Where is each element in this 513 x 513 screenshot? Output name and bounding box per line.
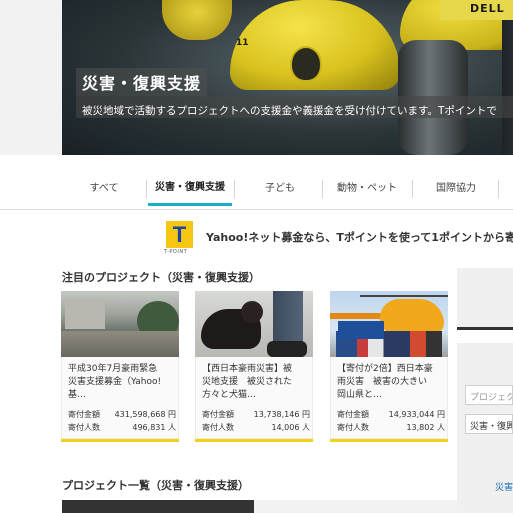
page-title: 災害・復興支援 [82,74,202,93]
tab-divider [498,180,499,198]
donation-amount-label: 寄付金額 [337,410,369,419]
helicopter-image [380,299,444,333]
donor-count-value: 13,802 人 [406,423,445,432]
donor-count-row: 寄付人数 496,831 人 [68,422,176,434]
tab-animals-pets[interactable]: 動物・ペット [330,172,404,206]
tab-divider [234,180,235,198]
helicopter-tail-image [330,313,386,319]
donor-count-row: 寄付人数 14,006 人 [202,422,310,434]
project-card-title[interactable]: 【寄付が2倍】西日本豪 雨災害 被害の大きい 岡山県と… [337,363,445,402]
flood-water-image [61,331,179,357]
donation-amount-row: 寄付金額 13,738,146 円 [202,409,310,421]
project-card-title-line: 【西日本豪雨災害】被 [202,364,293,374]
category-select[interactable]: 災害・復興 [465,414,513,434]
tab-divider [146,180,147,198]
tpoint-logo-letter: T [172,222,187,247]
project-card-body: 平成30年7月豪雨緊急 災害支援募金（Yahoo! 基… 寄付金額 431,59… [61,357,179,439]
donation-amount-label: 寄付金額 [202,410,234,419]
donation-amount-label: 寄付金額 [68,410,100,419]
donor-count-label: 寄付人数 [337,423,369,432]
helmet-badge [290,46,322,82]
helmet-plate-text: DELL [470,2,505,15]
tab-disaster-recovery[interactable]: 災害・復興支援 [148,172,232,206]
tab-international[interactable]: 国際協力 [426,172,486,206]
project-list-title: プロジェクト一覧（災害・復興支援） [62,479,249,492]
project-card-title-line: 災害支援募金（Yahoo! [68,377,162,387]
donation-amount-value: 13,738,146 円 [253,410,310,419]
project-card-image[interactable] [195,291,313,357]
project-card-image[interactable] [330,291,448,357]
tab-all[interactable]: すべて [76,172,132,206]
donation-amount-row: 寄付金額 431,598,668 円 [68,409,176,421]
dog-head-image [241,301,263,323]
donor-count-value: 14,006 人 [271,423,310,432]
helmet-number: 11 [236,38,249,48]
rotor-image [360,295,448,297]
project-card-body: 【西日本豪雨災害】被 災地支援 被災された 方々と犬猫… 寄付金額 13,738… [195,357,313,439]
sign-image [338,321,384,339]
hero-description: 被災地域で活動するプロジェクトへの支援金や義援金を受け付けています。Tポイントで [82,105,497,117]
building-image [65,299,105,329]
donor-count-value: 496,831 人 [132,423,176,432]
project-card-title-line: 基… [68,390,87,400]
project-card-title-line: 雨災害 被害の大きい [337,377,428,387]
project-card-title[interactable]: 【西日本豪雨災害】被 災地支援 被災された 方々と犬猫… [202,363,310,402]
project-card-title-line: 平成30年7月豪雨緊急 [68,364,158,374]
tab-children[interactable]: 子ども [252,172,308,206]
featured-section-title: 注目のプロジェクト（災害・復興支援） [62,271,260,284]
category-tabs: すべて 災害・復興支援 子ども 動物・ペット 国際協力 [62,172,513,206]
sidebar-link[interactable]: 災害 [495,480,513,493]
hero-banner: 11 DELL 災害・復興支援 被災地域で活動するプロジェクトへの支援金や義援金… [0,0,513,155]
donation-amount-value: 14,933,044 円 [388,410,445,419]
project-card-title-line: 岡山県と… [337,390,383,400]
project-card[interactable]: 平成30年7月豪雨緊急 災害支援募金（Yahoo! 基… 寄付金額 431,59… [61,291,179,442]
project-card-title-line: 方々と犬猫… [202,390,257,400]
boot-image [267,341,307,357]
tab-divider [322,180,323,198]
sidebar-divider [457,327,513,330]
project-card[interactable]: 【西日本豪雨災害】被 災地支援 被災された 方々と犬猫… 寄付金額 13,738… [195,291,313,442]
list-tab[interactable] [254,500,457,513]
project-card-title-line: 【寄付が2倍】西日本豪 [337,364,433,374]
donation-amount-row: 寄付金額 14,933,044 円 [337,409,445,421]
donor-count-label: 寄付人数 [68,423,100,432]
donation-amount-value: 431,598,668 円 [114,410,176,419]
list-tab-active[interactable] [62,500,254,513]
sidebar-panel [457,268,513,328]
search-input[interactable]: プロジェク [465,385,513,405]
project-card-body: 【寄付が2倍】西日本豪 雨災害 被害の大きい 岡山県と… 寄付金額 14,933… [330,357,448,439]
hero-description-box: 被災地域で活動するプロジェクトへの支援金や義援金を受け付けています。Tポイントで [76,96,513,118]
donor-count-row: 寄付人数 13,802 人 [337,422,445,434]
project-card-image[interactable] [61,291,179,357]
project-card[interactable]: 【寄付が2倍】西日本豪 雨災害 被害の大きい 岡山県と… 寄付金額 14,933… [330,291,448,442]
tpoint-banner-text[interactable]: Yahoo!ネット募金なら、Tポイントを使って1ポイントから寄付 [206,229,513,245]
tpoint-logo[interactable]: T [166,221,193,248]
donor-count-label: 寄付人数 [202,423,234,432]
tabs-divider-line [0,209,513,210]
project-card-title[interactable]: 平成30年7月豪雨緊急 災害支援募金（Yahoo! 基… [68,363,176,402]
strap-image [502,0,513,155]
helmet-image [162,0,232,40]
project-card-title-line: 災地支援 被災された [202,377,293,387]
hero-title-box: 災害・復興支援 [76,68,208,96]
tpoint-logo-caption: T-POINT [164,249,188,255]
hero-left-margin [0,0,62,155]
tab-divider [412,180,413,198]
